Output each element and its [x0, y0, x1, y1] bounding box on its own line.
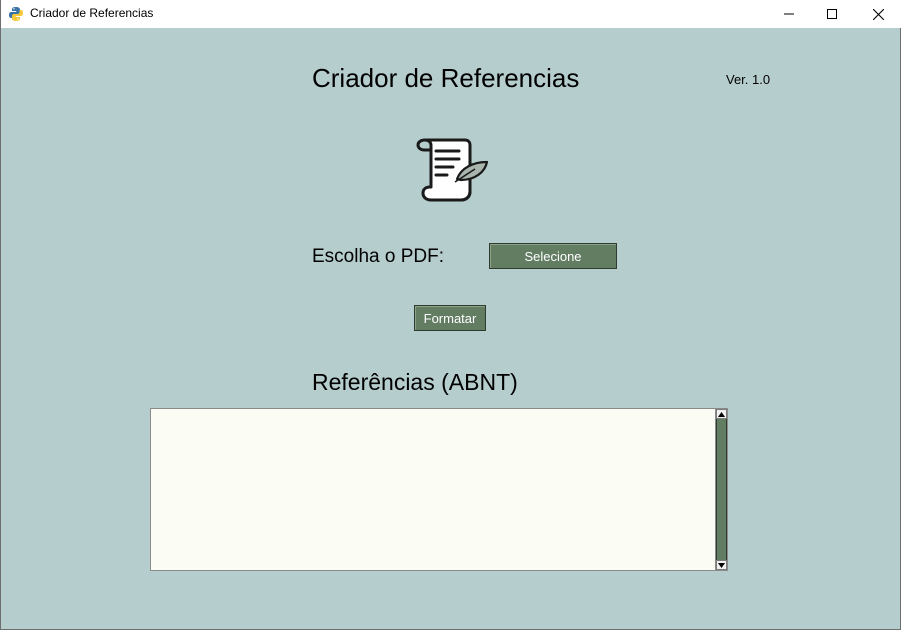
select-pdf-button[interactable]: Selecione [489, 243, 617, 269]
scroll-thumb[interactable] [716, 419, 727, 560]
python-icon [9, 7, 23, 21]
version-label: Ver. 1.0 [726, 72, 771, 87]
app-window: Criador de Referencias Criador de Refere… [0, 0, 901, 630]
minimize-icon [784, 13, 794, 15]
close-icon [872, 8, 884, 20]
arrow-up-icon [718, 411, 725, 417]
minimize-button[interactable] [766, 0, 812, 28]
scroll-down-button[interactable] [716, 560, 727, 570]
scroll-quill-icon [416, 138, 489, 202]
references-scrollbar[interactable] [715, 408, 728, 571]
maximize-button[interactable] [809, 0, 855, 28]
references-textarea[interactable] [150, 408, 715, 571]
pdf-label: Escolha o PDF: [312, 246, 444, 267]
scroll-up-button[interactable] [716, 409, 727, 419]
window-title: Criador de Referencias [30, 6, 154, 20]
app-heading: Criador de Referencias [312, 63, 580, 93]
close-button[interactable] [855, 0, 901, 28]
format-button[interactable]: Formatar [414, 305, 486, 331]
title-bar: Criador de Referencias [1, 0, 901, 28]
maximize-icon [827, 9, 837, 19]
references-heading: Referências (ABNT) [312, 369, 518, 395]
arrow-down-icon [718, 562, 725, 568]
